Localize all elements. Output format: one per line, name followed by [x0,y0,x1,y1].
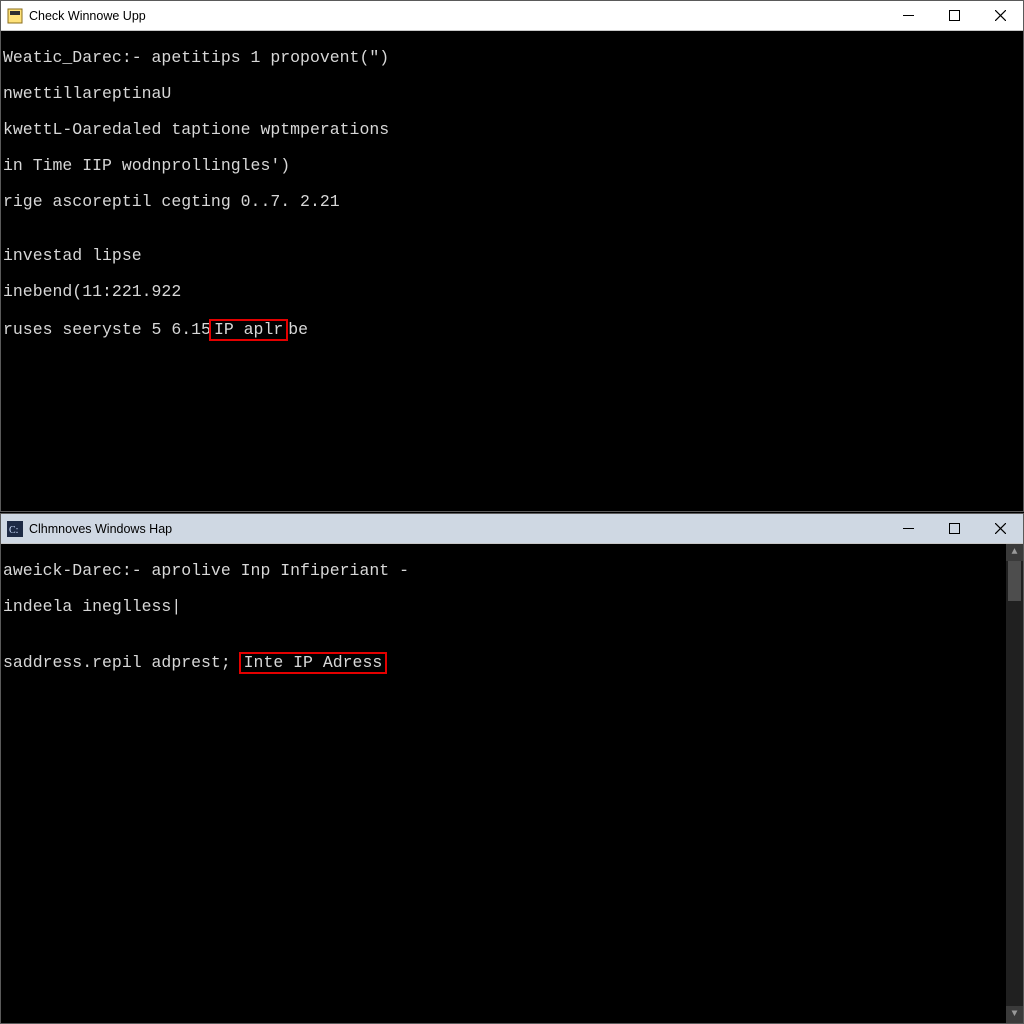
terminal-line: Weatic_Darec:- apetitips 1 propovent(") [1,49,1023,67]
terminal-line: in Time IIP wodnprollingles') [1,157,1023,175]
ip-highlight-box: Inte IP Adress [239,652,388,674]
titlebar[interactable]: Check Winnowe Upp [1,1,1023,31]
terminal-line: rige ascoreptil cegting 0..7. 2.21 [1,193,1023,211]
terminal-line: indeela ineglless| [1,598,1023,616]
titlebar[interactable]: C: Clhmnoves Windows Hap [1,514,1023,544]
terminal-line: nwettillareptinaU [1,85,1023,103]
terminal-text: saddress.repil adprest; [3,653,241,672]
terminal-icon [7,8,23,24]
maximize-button[interactable] [931,1,977,31]
ip-highlight-box: IP aplr [209,319,288,341]
bottom-terminal-window: C: Clhmnoves Windows Hap aweick-Darec:- … [0,513,1024,1024]
terminal-line: inebend(11:221.922 [1,283,1023,301]
scroll-up-arrow-icon[interactable]: ▲ [1006,544,1023,561]
terminal-text: be [288,320,308,339]
minimize-button[interactable] [885,514,931,544]
terminal-output[interactable]: aweick-Darec:- aprolive Inp Infiperiant … [1,544,1023,1023]
vertical-scrollbar[interactable]: ▲ ▼ [1006,544,1023,1023]
terminal-line: aweick-Darec:- aprolive Inp Infiperiant … [1,562,1023,580]
terminal-output[interactable]: Weatic_Darec:- apetitips 1 propovent(") … [1,31,1023,511]
scroll-thumb[interactable] [1008,561,1021,601]
terminal-line: saddress.repil adprest; Inte IP Adress [1,652,1023,674]
terminal-line: kwettL-Oaredaled taptione wptmperations [1,121,1023,139]
highlighted-text: IP aplr [214,320,283,339]
maximize-button[interactable] [931,514,977,544]
top-terminal-window: Check Winnowe Upp Weatic_Darec:- apetiti… [0,0,1024,512]
svg-text:C:: C: [9,525,18,536]
terminal-text: ruses seeryste 5 6.15 [3,320,211,339]
window-title: Clhmnoves Windows Hap [29,522,172,536]
minimize-button[interactable] [885,1,931,31]
terminal-line: ruses seeryste 5 6.15IP aplr be [1,319,1023,341]
cmd-icon: C: [7,521,23,537]
scroll-track[interactable] [1006,561,1023,1006]
close-button[interactable] [977,1,1023,31]
close-button[interactable] [977,514,1023,544]
scroll-down-arrow-icon[interactable]: ▼ [1006,1006,1023,1023]
terminal-line: investad lipse [1,247,1023,265]
window-title: Check Winnowe Upp [29,9,146,23]
highlighted-text: Inte IP Adress [244,653,383,672]
